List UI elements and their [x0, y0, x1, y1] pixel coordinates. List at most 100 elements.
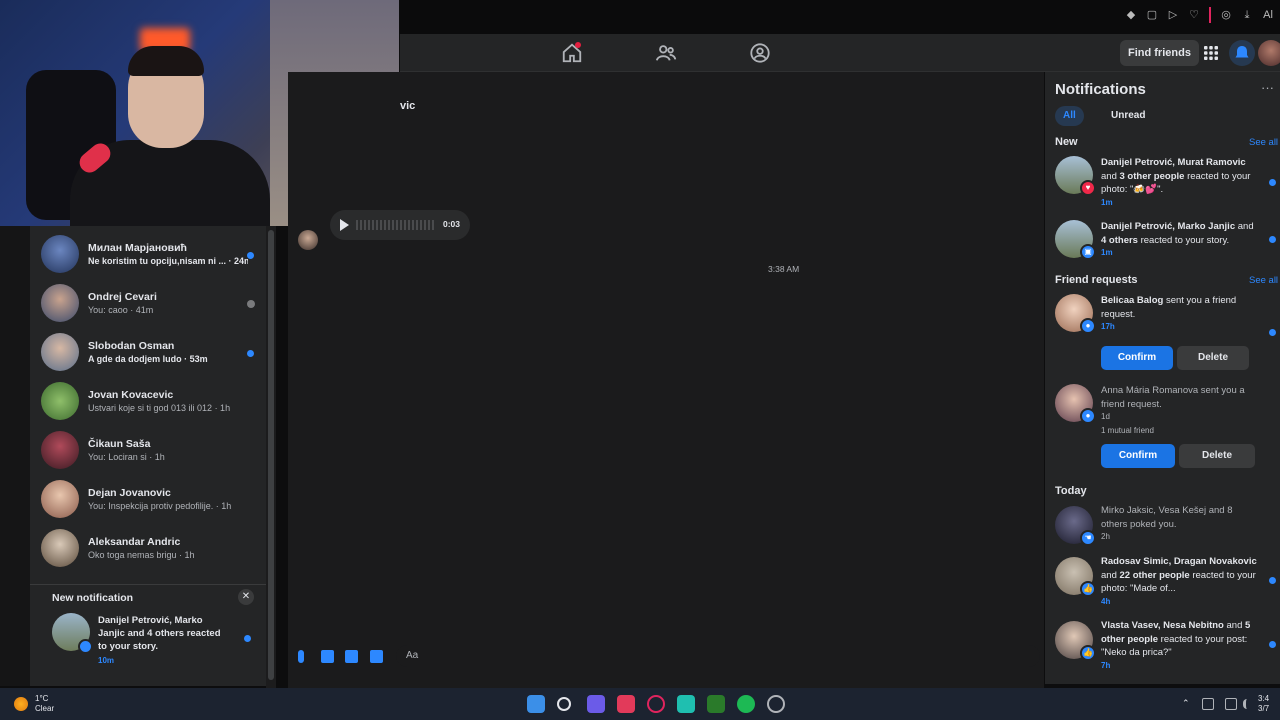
- message-placeholder: Aa: [406, 650, 419, 661]
- notification-time: 17h: [1101, 322, 1115, 331]
- notification-item[interactable]: 👍 Vlasta Vasev, Nesa Nebitno and 5 other…: [1045, 619, 1280, 677]
- conversation-title: vic: [400, 100, 416, 112]
- unread-dot: [247, 350, 254, 357]
- section-new: New: [1055, 136, 1078, 148]
- heart-icon[interactable]: ♡: [1188, 9, 1200, 21]
- poke-icon: ☚: [1080, 530, 1096, 546]
- scrollbar-thumb[interactable]: [268, 230, 274, 680]
- notification-time: 1m: [1101, 248, 1113, 257]
- new-notification-toast[interactable]: New notification ✕ Danijel Petrović, Mar…: [30, 584, 266, 680]
- more-options-icon[interactable]: ···: [1261, 80, 1274, 95]
- weather-icon[interactable]: [14, 697, 28, 711]
- confirm-button[interactable]: Confirm: [1101, 444, 1175, 468]
- clock[interactable]: 3:4 3/7: [1258, 694, 1269, 714]
- chat-list-item[interactable]: Jovan Kovacevic Ustvari koje si ti god 0…: [30, 380, 266, 429]
- love-reaction-icon: ♥: [1080, 180, 1096, 196]
- confirm-button[interactable]: Confirm: [1101, 346, 1173, 370]
- unread-dot: [247, 252, 254, 259]
- like-reaction-icon: 👍: [1080, 581, 1096, 597]
- notification-item[interactable]: 👍 Radosav Simic, Dragan Novakovic and 22…: [1045, 555, 1280, 613]
- start-icon[interactable]: [527, 695, 545, 713]
- delete-button[interactable]: Delete: [1177, 346, 1249, 370]
- volume-icon[interactable]: [1243, 699, 1253, 709]
- tab-all[interactable]: All: [1055, 106, 1084, 126]
- notification-dot: [575, 42, 581, 48]
- bookmark-icon[interactable]: ◆: [1125, 9, 1137, 21]
- home-icon[interactable]: [561, 42, 583, 64]
- extension-label[interactable]: Al: [1262, 9, 1274, 21]
- search-icon[interactable]: [557, 697, 571, 711]
- chat-name: Jovan Kovacevic: [88, 389, 174, 401]
- friend-request-item[interactable]: ● Anna Mária Romanova sent you a friend …: [1045, 384, 1280, 470]
- chat-list-item[interactable]: Dejan Jovanovic You: Inspekcija protiv p…: [30, 478, 266, 527]
- chat-name: Čikaun Saša: [88, 438, 151, 450]
- notification-item[interactable]: ☚ Mirko Jaksic, Vesa Kešej and 8 others …: [1045, 504, 1280, 548]
- find-friends-button[interactable]: Find friends: [1120, 40, 1199, 66]
- notification-text: Anna Mária Romanova sent you a friend re…: [1101, 385, 1245, 410]
- waveform: [356, 220, 436, 230]
- friends-icon[interactable]: [655, 42, 677, 64]
- chat-list-item[interactable]: Čikaun Saša You: Lociran si · 1h: [30, 429, 266, 478]
- close-icon[interactable]: ✕: [238, 589, 254, 605]
- notifications-bell-button[interactable]: [1229, 40, 1255, 66]
- tab-unread[interactable]: Unread: [1103, 106, 1153, 126]
- chat-name: Dejan Jovanovic: [88, 487, 171, 499]
- account-avatar[interactable]: [1258, 40, 1280, 66]
- play-icon[interactable]: ▷: [1167, 9, 1179, 21]
- voice-message[interactable]: 0:03: [330, 210, 470, 240]
- chat-preview: A gde da dodjem ludo · 53m: [88, 354, 208, 364]
- chat-list-item[interactable]: Aleksandar Andric Oko toga nemas brigu ·…: [30, 527, 266, 576]
- opera-icon[interactable]: [647, 695, 665, 713]
- image-icon[interactable]: [321, 650, 334, 663]
- notification-text: Vlasta Vasev, Nesa Nebitno and 5 other p…: [1101, 620, 1251, 658]
- delete-button[interactable]: Delete: [1179, 444, 1255, 468]
- seen-avatar: [247, 300, 255, 308]
- play-icon[interactable]: [340, 219, 349, 231]
- panel-title: Notifications: [1055, 81, 1146, 98]
- unread-dot: [244, 635, 251, 642]
- terminal-icon[interactable]: [707, 695, 725, 713]
- notification-time: 4h: [1101, 597, 1111, 606]
- streamer-hair: [128, 46, 204, 76]
- chat-preview: You: Lociran si · 1h: [88, 452, 165, 462]
- unread-dot: [1269, 179, 1276, 186]
- chat-list-item[interactable]: Ondrej Cevari You: caoo · 41m: [30, 282, 266, 331]
- download-icon[interactable]: ⤓: [1241, 9, 1253, 21]
- chevron-up-icon[interactable]: ⌃: [1182, 698, 1194, 710]
- profile-icon[interactable]: ◎: [1220, 9, 1232, 21]
- avatar: [41, 480, 79, 518]
- weather-condition: Clear: [35, 704, 55, 713]
- see-all-link[interactable]: See all: [1249, 137, 1278, 148]
- app-icon[interactable]: [677, 695, 695, 713]
- chat-list-item[interactable]: Милан Марјановић Ne koristim tu opciju,n…: [30, 233, 266, 282]
- tiktok-icon[interactable]: [617, 695, 635, 713]
- left-rail: [0, 226, 30, 686]
- microphone-icon[interactable]: [298, 650, 304, 663]
- see-all-link[interactable]: See all: [1249, 275, 1278, 286]
- notification-item[interactable]: ▣ Danijel Petrović, Marko Janjic and 4 o…: [1045, 220, 1280, 268]
- avatar: [41, 529, 79, 567]
- friend-request-icon: ●: [1080, 318, 1096, 334]
- display-icon[interactable]: [1225, 698, 1237, 710]
- discord-icon[interactable]: [587, 695, 605, 713]
- toast-title: New notification: [52, 592, 134, 604]
- tab-icon[interactable]: ▢: [1146, 9, 1158, 21]
- clock-time: 3:4: [1258, 694, 1270, 703]
- chat-name: Aleksandar Andric: [88, 536, 181, 548]
- section-today: Today: [1055, 485, 1087, 497]
- steam-icon[interactable]: [767, 695, 785, 713]
- chat-list-item[interactable]: Slobodan Osman A gde da dodjem ludo · 53…: [30, 331, 266, 380]
- message-input[interactable]: Aa: [396, 645, 1040, 667]
- groups-icon[interactable]: [749, 42, 771, 64]
- notification-time: 7h: [1101, 661, 1111, 670]
- notifications-panel: Notifications ··· All Unread New See all…: [1045, 72, 1280, 684]
- sticker-icon[interactable]: [345, 650, 358, 663]
- notification-text: Danijel Petrović, Murat Ramovic and 3 ot…: [1101, 157, 1251, 195]
- gif-icon[interactable]: [370, 650, 383, 663]
- notification-item[interactable]: ♥ Danijel Petrović, Murat Ramovic and 3 …: [1045, 156, 1280, 212]
- spotify-icon[interactable]: [737, 695, 755, 713]
- chat-list-scrollbar[interactable]: [266, 226, 276, 688]
- friend-request-item[interactable]: ● Belicaa Balog sent you a friend reques…: [1045, 294, 1280, 374]
- menu-grid-icon[interactable]: [1202, 44, 1220, 62]
- network-icon[interactable]: [1202, 698, 1214, 710]
